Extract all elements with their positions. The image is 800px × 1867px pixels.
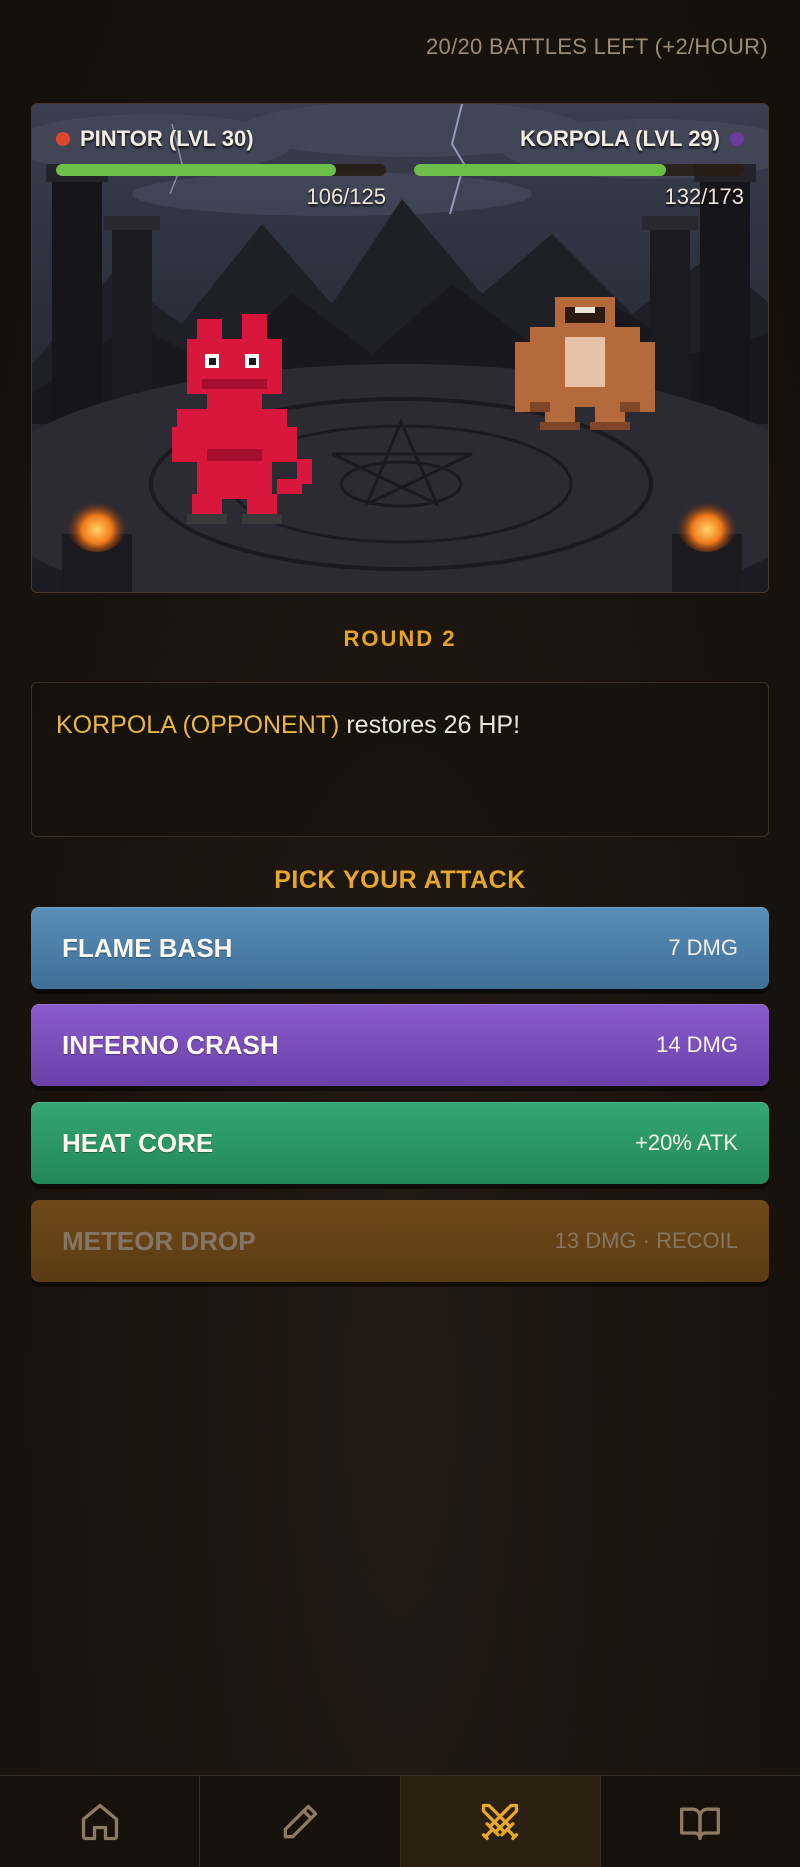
nav-home[interactable] (0, 1776, 201, 1867)
nav-edit[interactable] (200, 1776, 401, 1867)
player-status-dot (56, 132, 70, 146)
player-name-label: PINTOR (LVL 30) (80, 126, 254, 151)
attack-stat: 14 DMG (656, 1032, 738, 1057)
pick-attack-label: PICK YOUR ATTACK (274, 866, 526, 894)
nav-battle[interactable] (400, 1776, 601, 1867)
attack-stat: 7 DMG (668, 935, 738, 960)
opponent-name-row: KORPOLA (LVL 29) (414, 126, 744, 152)
crossed-swords-icon (481, 1803, 519, 1840)
attack-button-flame-bash[interactable]: FLAME BASH 7 DMG (31, 907, 769, 989)
player-name-row: PINTOR (LVL 30) (56, 126, 386, 152)
attack-button-heat-core[interactable]: HEAT CORE +20% ATK (31, 1102, 769, 1184)
attack-name: METEOR DROP (62, 1225, 256, 1256)
book-icon (680, 1807, 721, 1840)
opponent-hp-text: 132/173 (664, 184, 744, 209)
opponent-name-label: KORPOLA (LVL 29) (519, 126, 720, 151)
attack-name: INFERNO CRASH (62, 1029, 279, 1060)
pencil-icon (283, 1804, 318, 1838)
opponent-hp-bar (414, 164, 744, 176)
round-label: ROUND 2 (343, 626, 457, 651)
opponent-status-dot (730, 132, 744, 146)
home-icon (81, 1803, 118, 1840)
attack-name: FLAME BASH (62, 932, 233, 963)
attack-name: HEAT CORE (62, 1127, 214, 1158)
opponent-hud: KORPOLA (LVL 29) 132/173 (414, 126, 744, 210)
attack-stat: +20% ATK (635, 1130, 738, 1155)
battle-arena: PINTOR (LVL 30) 106/125 KORPOLA (LVL 29)… (31, 103, 769, 593)
bottom-nav (0, 1775, 800, 1867)
attack-button-inferno-crash[interactable]: INFERNO CRASH 14 DMG (31, 1004, 769, 1086)
player-hp-bar (56, 164, 386, 176)
battles-left-counter: 20/20 BATTLES LEFT (+2/HOUR) (426, 34, 768, 59)
player-hp-fill (56, 164, 336, 176)
player-hp-text: 106/125 (306, 184, 386, 209)
log-actor: KORPOLA (OPPONENT) (56, 711, 340, 739)
battle-log: KORPOLA (OPPONENT) restores 26 HP! (31, 682, 769, 837)
attack-button-meteor-drop[interactable]: METEOR DROP 13 DMG · RECOIL (31, 1200, 769, 1282)
opponent-hp-fill (414, 164, 666, 176)
player-creature-sprite (172, 314, 312, 524)
log-message: restores 26 HP! (339, 711, 521, 739)
opponent-creature-sprite (515, 297, 655, 430)
attack-stat: 13 DMG · RECOIL (554, 1228, 738, 1253)
player-hud: PINTOR (LVL 30) 106/125 (56, 126, 386, 210)
nav-book[interactable] (601, 1776, 800, 1867)
